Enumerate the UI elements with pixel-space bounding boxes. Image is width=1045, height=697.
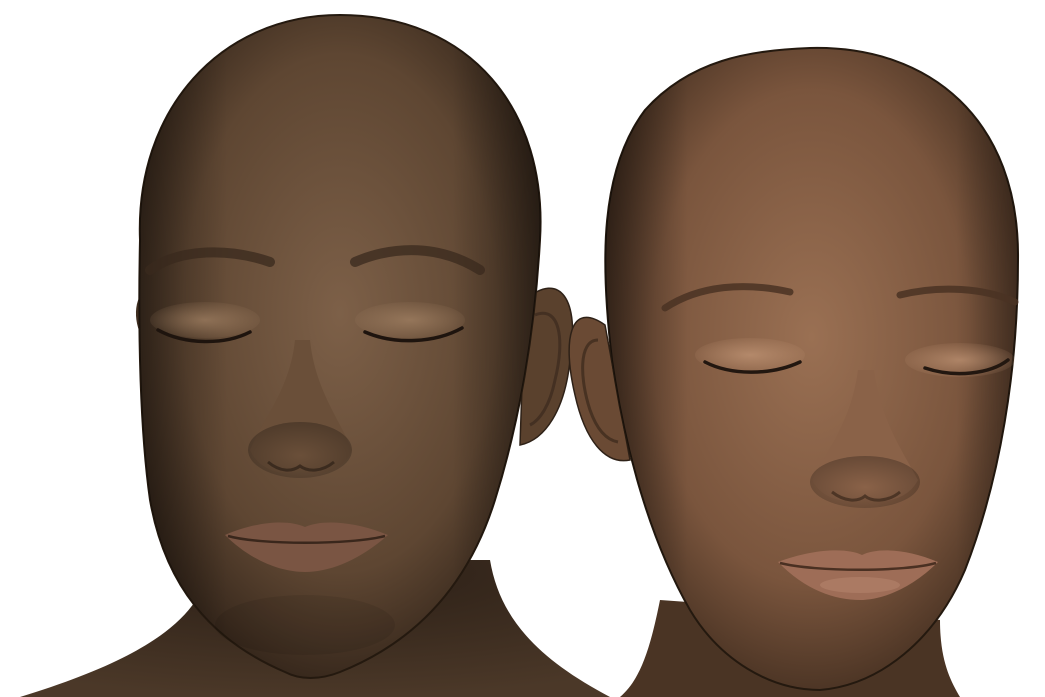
- render-canvas: [0, 0, 1045, 697]
- right-face: [568, 46, 1020, 697]
- faces-illustration: [20, 13, 1020, 697]
- left-face: [20, 13, 610, 697]
